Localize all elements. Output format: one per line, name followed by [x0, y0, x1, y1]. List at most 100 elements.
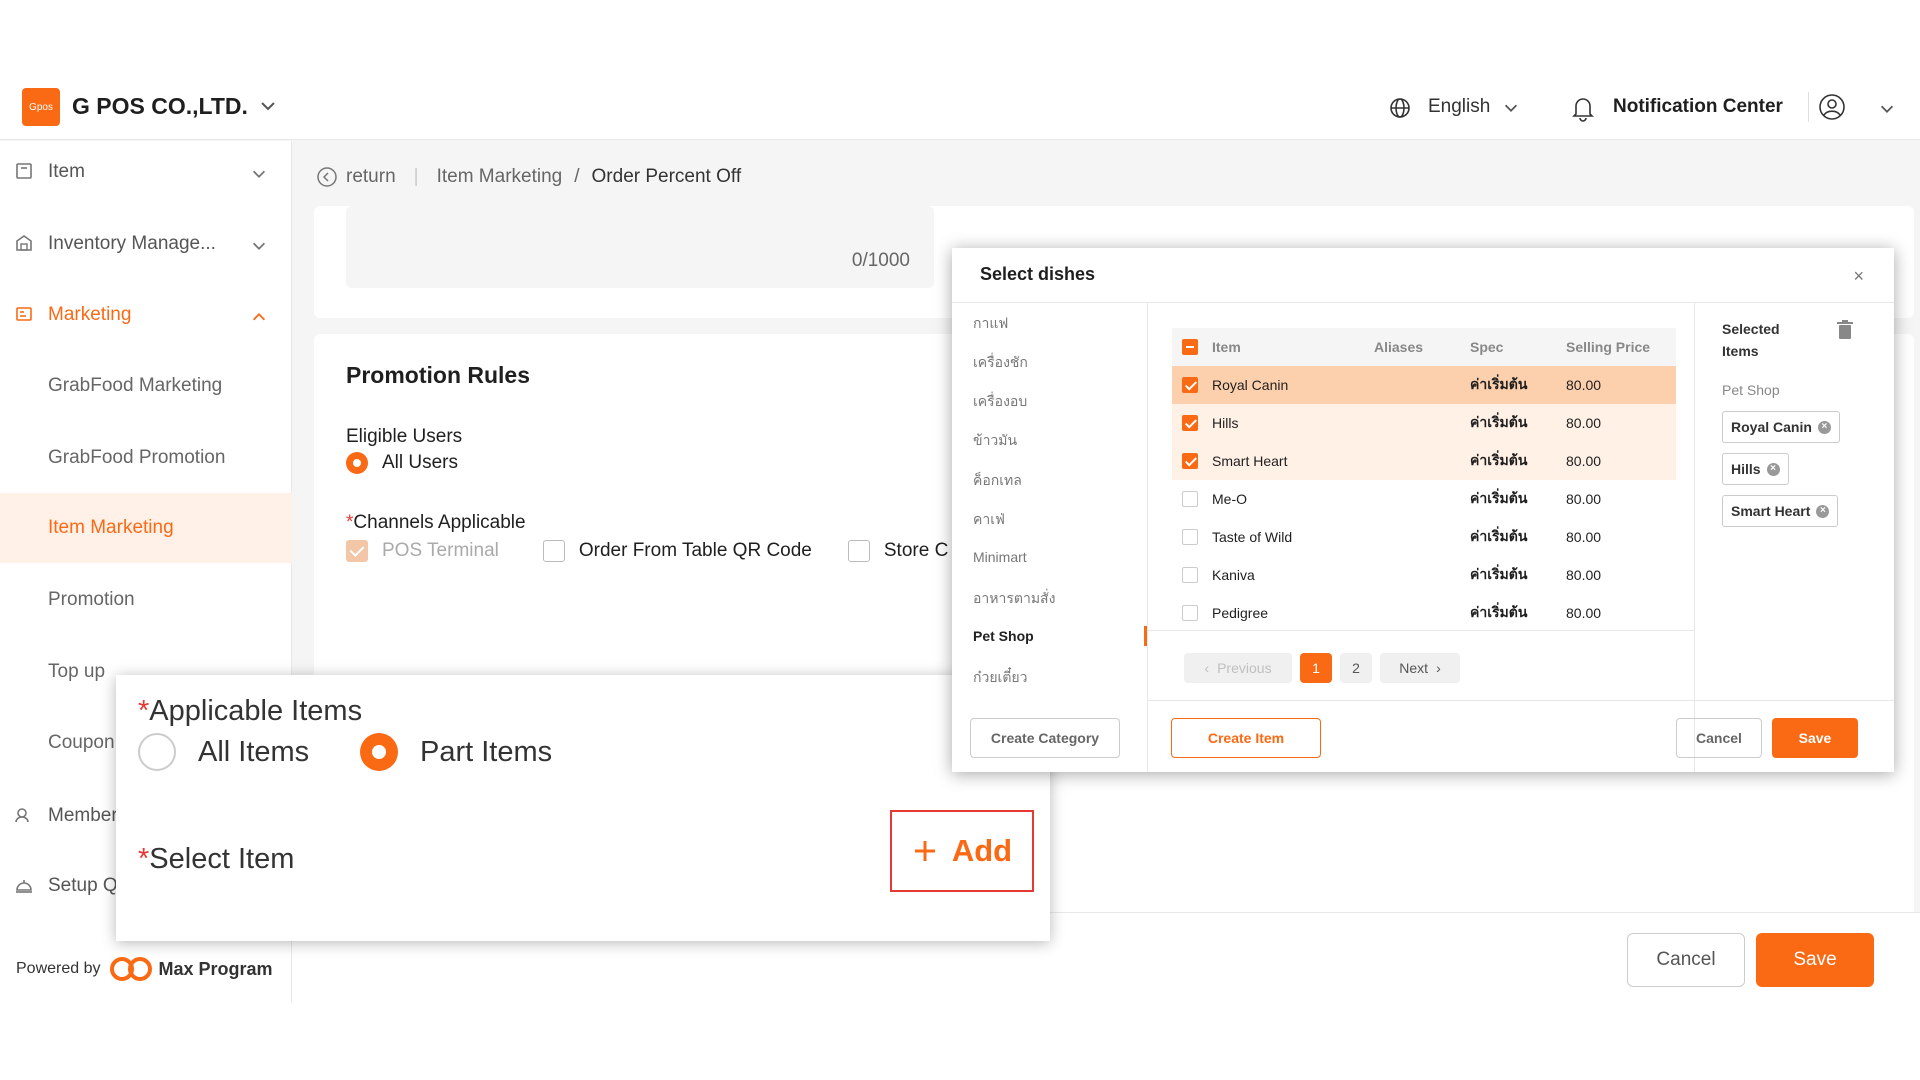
selected-tag: Royal Canin ×	[1722, 411, 1840, 443]
cell-spec: ค่าเริ่มต้น	[1470, 604, 1528, 620]
remove-tag-icon[interactable]: ×	[1816, 504, 1830, 518]
notification-center[interactable]: Notification Center	[1613, 96, 1783, 118]
chevron-down-icon	[252, 242, 266, 250]
trash-icon[interactable]	[1836, 320, 1854, 340]
cell-price: 80.00	[1566, 377, 1602, 393]
table-row[interactable]: Smart Heart ค่าเริ่มต้น 80.00	[1172, 442, 1676, 480]
radio-selected[interactable]	[346, 452, 368, 474]
sidebar-subitem-item-marketing[interactable]: Item Marketing	[0, 493, 292, 563]
bell-icon[interactable]	[1570, 94, 1596, 122]
category-item[interactable]: อาหารตามสั่ง	[973, 588, 1055, 610]
category-item[interactable]: กาแฟ	[973, 313, 1008, 335]
row-checkbox[interactable]	[1182, 567, 1198, 583]
eligible-users-label: Eligible Users	[346, 426, 463, 447]
breadcrumb-parent[interactable]: Item Marketing	[437, 166, 563, 188]
sidebar-subitem-grabfood-promotion[interactable]: GrabFood Promotion	[0, 423, 292, 493]
table-row[interactable]: Hills ค่าเริ่มต้น 80.00	[1172, 404, 1676, 442]
globe-icon[interactable]	[1388, 96, 1412, 120]
category-item[interactable]: ก๋วยเตี๋ยว	[973, 667, 1027, 689]
max-program-logo-icon	[109, 957, 152, 981]
sidebar-item-label: Marketing	[48, 304, 132, 325]
table-row[interactable]: Pedigree ค่าเริ่มต้น 80.00	[1172, 594, 1676, 632]
company-name[interactable]: G POS CO.,LTD.	[72, 93, 248, 120]
remove-tag-icon[interactable]: ×	[1817, 420, 1831, 434]
divider	[1808, 92, 1809, 122]
selected-items-title: Selected Items	[1722, 321, 1780, 359]
table-row[interactable]: Kaniva ค่าเริ่มต้น 80.00	[1172, 556, 1676, 594]
chevron-up-icon	[252, 313, 266, 321]
dialog-cancel-button[interactable]: Cancel	[1676, 718, 1762, 758]
remove-tag-icon[interactable]: ×	[1766, 462, 1780, 476]
row-checkbox[interactable]	[1182, 491, 1198, 507]
tag-label: Royal Canin	[1731, 419, 1812, 435]
radio-label: All Items	[198, 735, 310, 768]
previous-page-button[interactable]: ‹ Previous	[1184, 653, 1292, 683]
save-button[interactable]: Save	[1756, 933, 1874, 987]
cell-item: Pedigree	[1212, 605, 1269, 621]
checkbox[interactable]	[542, 540, 565, 562]
language-selector[interactable]: English	[1428, 96, 1490, 118]
cell-price: 80.00	[1566, 415, 1602, 431]
table-row[interactable]: Royal Canin ค่าเริ่มต้น 80.00	[1172, 366, 1676, 404]
category-item[interactable]: ค็อกเทล	[973, 470, 1022, 492]
radio-selected[interactable]	[360, 733, 398, 771]
table-row[interactable]: Taste of Wild ค่าเริ่มต้น 80.00	[1172, 518, 1676, 556]
sidebar-item-item[interactable]: Item	[0, 141, 292, 203]
option-all-items[interactable]: All Items	[138, 733, 309, 771]
create-item-button[interactable]: Create Item	[1171, 718, 1321, 758]
sidebar-subitem-grabfood-marketing[interactable]: GrabFood Marketing	[0, 351, 292, 421]
row-checkbox[interactable]	[1182, 415, 1198, 431]
category-item[interactable]: เครื่องอบ	[973, 391, 1027, 413]
chevron-down-icon[interactable]	[1502, 99, 1520, 117]
applicable-items-label: *Applicable Items	[138, 695, 363, 727]
selected-tag: Hills ×	[1722, 453, 1789, 485]
chevron-down-icon[interactable]	[258, 96, 278, 116]
checkbox-disabled-checked	[346, 540, 368, 562]
radio-unselected[interactable]	[138, 733, 176, 771]
category-item[interactable]: เครื่องชัก	[973, 352, 1028, 374]
checkbox[interactable]	[847, 540, 870, 562]
row-checkbox[interactable]	[1182, 453, 1198, 469]
category-item[interactable]: คาเฟ่	[973, 509, 1005, 531]
powered-by-label: Powered by	[16, 960, 101, 977]
chevron-down-icon[interactable]	[1878, 100, 1896, 118]
page-button[interactable]: 2	[1340, 653, 1372, 683]
add-label: Add	[951, 833, 1013, 868]
sidebar-subitem-promotion[interactable]: Promotion	[0, 565, 292, 635]
add-item-button[interactable]: Add	[890, 810, 1034, 892]
row-checkbox[interactable]	[1182, 529, 1198, 545]
back-circle-icon[interactable]	[316, 166, 338, 188]
category-item[interactable]: ข้าวมัน	[973, 430, 1017, 452]
category-item[interactable]: Minimart	[973, 549, 1027, 565]
plus-icon	[914, 841, 935, 861]
member-icon	[15, 808, 29, 823]
select-all-checkbox[interactable]	[1182, 339, 1198, 355]
cell-spec: ค่าเริ่มต้น	[1470, 414, 1528, 430]
dialog-save-button[interactable]: Save	[1772, 718, 1858, 758]
sidebar-item-marketing[interactable]: Marketing	[0, 284, 292, 346]
eligible-users-option[interactable]: All Users	[346, 452, 458, 474]
return-link[interactable]: return	[346, 166, 396, 188]
table-row[interactable]: Me-O ค่าเริ่มต้น 80.00	[1172, 480, 1676, 518]
cell-item: Taste of Wild	[1212, 529, 1293, 545]
channels-options: POS Terminal Order From Table QR Code St…	[346, 540, 948, 562]
cancel-button[interactable]: Cancel	[1627, 933, 1745, 987]
row-checkbox[interactable]	[1182, 377, 1198, 393]
page-button[interactable]: 1	[1300, 653, 1332, 683]
cell-price: 80.00	[1566, 529, 1602, 545]
user-avatar-icon[interactable]	[1817, 92, 1847, 122]
cell-price: 80.00	[1566, 567, 1602, 583]
option-part-items[interactable]: Part Items	[360, 733, 552, 771]
description-textarea[interactable]: 0/1000	[346, 206, 934, 288]
applicable-items-zoom-callout: *Applicable Items All Items Part Items *…	[116, 675, 1050, 941]
create-category-button[interactable]: Create Category	[970, 718, 1120, 758]
cell-item: Kaniva	[1212, 567, 1255, 583]
close-icon[interactable]: ×	[1853, 266, 1864, 287]
next-page-button[interactable]: Next ›	[1380, 653, 1460, 683]
tag-label: Hills	[1731, 461, 1761, 477]
row-checkbox[interactable]	[1182, 605, 1198, 621]
category-item-active[interactable]: Pet Shop	[973, 628, 1034, 644]
column-header: Aliases	[1374, 339, 1424, 355]
sidebar-item-inventory[interactable]: Inventory Manage...	[0, 213, 292, 275]
app-window: Gpos G POS CO.,LTD. English Notification…	[0, 66, 1920, 1002]
